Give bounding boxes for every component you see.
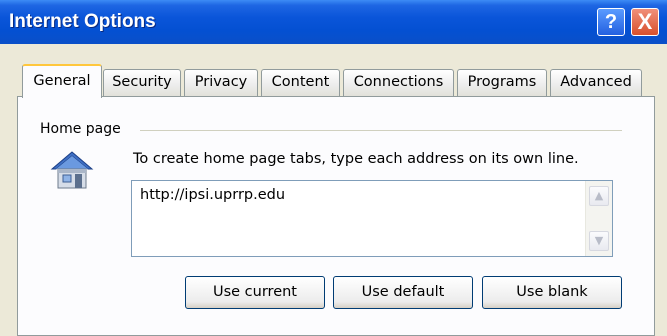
tab-advanced[interactable]: Advanced [550,69,642,96]
group-divider [140,130,622,131]
close-button[interactable]: X [631,8,659,36]
chevron-down-icon: ▼ [594,234,604,247]
chevron-up-icon: ▲ [594,189,604,202]
tab-general[interactable]: General [22,64,102,98]
use-default-button[interactable]: Use default [333,276,473,309]
scroll-down-button[interactable]: ▼ [589,231,609,251]
use-blank-button[interactable]: Use blank [482,276,622,309]
home-page-group-label: Home page [40,121,121,137]
home-page-instruction: To create home page tabs, type each addr… [133,151,579,167]
scroll-up-button[interactable]: ▲ [589,186,609,206]
help-button[interactable]: ? [597,8,625,36]
title-bar[interactable]: Internet Options ? X [0,0,667,44]
tab-content[interactable]: Content [261,69,340,96]
tab-connections[interactable]: Connections [343,69,454,96]
home-page-address-field[interactable]: http://ipsi.uprrp.edu ▲ ▼ [131,180,613,257]
tab-privacy[interactable]: Privacy [184,69,258,96]
close-icon: X [637,9,653,34]
home-icon [50,151,94,189]
tab-security[interactable]: Security [103,69,181,96]
window-title: Internet Options [9,11,156,32]
tab-programs[interactable]: Programs [457,69,547,96]
home-page-address-value[interactable]: http://ipsi.uprrp.edu [140,187,285,203]
use-current-button[interactable]: Use current [185,276,325,309]
help-icon: ? [604,11,618,33]
address-scrollbar[interactable]: ▲ ▼ [585,181,612,256]
